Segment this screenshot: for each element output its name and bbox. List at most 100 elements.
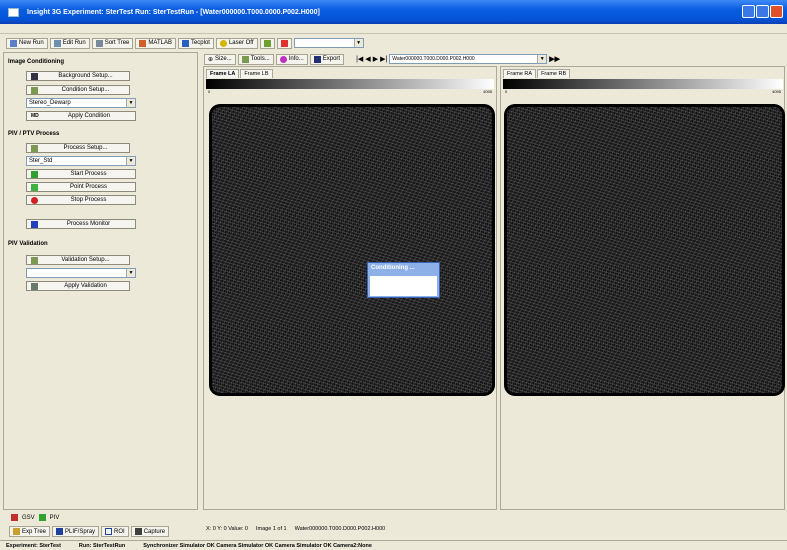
tab-piv[interactable]: PIV (50, 515, 60, 521)
particle-image-ra[interactable] (507, 107, 782, 393)
apply-validation-button[interactable]: Apply Validation (26, 281, 130, 291)
app-icon (8, 7, 19, 17)
status-bar: Experiment: SterTest Run: SterTestRun Sy… (0, 540, 787, 550)
process-setup-button[interactable]: Process Setup... (26, 143, 130, 153)
title-bar: Insight 3G Experiment: SterTest Run: Ste… (0, 0, 787, 24)
capture-icon (134, 528, 142, 535)
stop-icon (31, 196, 38, 204)
edit-run-icon (53, 39, 61, 47)
setup-icon (31, 256, 38, 264)
tab-frame-la[interactable]: Frame LA (206, 69, 240, 78)
zoom-icon: ⊕ (208, 56, 214, 63)
nav-next-button[interactable]: ▶ (373, 55, 378, 63)
status-run: Run: SterTestRun (78, 542, 126, 549)
tree-icon (13, 528, 20, 535)
tecplot-icon (181, 39, 189, 47)
tecplot-button[interactable]: Tecplot (177, 37, 214, 49)
maximize-icon[interactable] (756, 5, 769, 18)
close-icon[interactable] (770, 5, 783, 18)
condition-setup-button[interactable]: Condition Setup... (26, 85, 130, 95)
grid-icon (31, 72, 38, 80)
image-toolbar: ⊕ Size... Tools... Info... Export |◀ ◀ ▶ … (204, 53, 560, 65)
status-hardware: Synchronizer Simulator OK Camera Simulat… (143, 542, 372, 549)
matlab-button[interactable]: MATLAB (135, 37, 176, 49)
nav-prev-button[interactable]: ◀ (365, 55, 370, 63)
chevron-down-icon: ▼ (126, 269, 135, 277)
export-button[interactable]: Export (309, 53, 345, 65)
process-select[interactable]: Ster_Std ▼ (26, 156, 136, 166)
image-status-row: X: 0 Y: 0 Value: 0 Image 1 of 1 Water000… (206, 526, 506, 532)
particle-image-la[interactable] (212, 107, 492, 393)
nav-first-button[interactable]: |◀ (356, 55, 363, 63)
toolbar-select[interactable]: ▼ (293, 38, 364, 48)
pencil-button[interactable] (259, 37, 275, 49)
matlab-icon (139, 39, 147, 47)
tab-frame-lb[interactable]: Frame LB (240, 69, 273, 78)
chevron-down-icon: ▼ (353, 39, 363, 47)
color-scale-bar (206, 79, 494, 89)
tab-frame-ra[interactable]: Frame RA (503, 69, 537, 78)
info-button[interactable]: Info... (275, 53, 308, 65)
color-scale-labels: 0 4095 (505, 89, 781, 94)
sort-tree-button[interactable]: Sort Tree (91, 37, 134, 49)
tab-frame-rb[interactable]: Frame RB (537, 69, 571, 78)
cursor-coords: X: 0 Y: 0 Value: 0 (206, 526, 248, 532)
apply-condition-button[interactable]: MD Apply Condition (26, 111, 136, 121)
validation-select[interactable]: ▼ (26, 268, 136, 278)
start-icon (31, 170, 38, 178)
start-process-button[interactable]: Start Process (26, 169, 136, 179)
color-scale-bar (503, 79, 783, 89)
piv-icon (38, 514, 46, 521)
file-select[interactable]: Water000000.T000.D000.P002.H000 ▼ (389, 54, 548, 64)
window-title: Insight 3G Experiment: SterTest Run: Ste… (27, 8, 320, 16)
color-button[interactable] (276, 37, 292, 49)
new-run-icon (10, 39, 17, 47)
nav-end-button[interactable]: ▶▶ (549, 55, 560, 63)
new-run-button[interactable]: New Run (6, 37, 48, 49)
stop-process-button[interactable]: Stop Process (26, 195, 136, 205)
edit-run-button[interactable]: Edit Run (49, 37, 90, 49)
dialog-body (370, 276, 437, 296)
tab-gsv[interactable]: GSV (22, 515, 35, 521)
point-process-button[interactable]: Point Process (26, 182, 136, 192)
image-conditioning-header: Image Conditioning (8, 59, 64, 65)
left-frame-pane: Frame LA Frame LB 0 4095 (203, 66, 497, 510)
image-file: Water000000.T000.D000.P002.H000 (294, 526, 386, 532)
piv-process-header: PIV / PTV Process (8, 131, 60, 137)
size-button[interactable]: ⊕ Size... (204, 53, 236, 65)
right-frame-pane: Frame RA Frame RB 0 4095 (500, 66, 785, 510)
left-panel: Image Conditioning Background Setup... C… (3, 52, 198, 510)
tab-exp-tree[interactable]: Exp Tree (9, 526, 51, 537)
nav-last-button[interactable]: ▶| (380, 55, 387, 63)
chevron-down-icon: ▼ (537, 55, 547, 63)
chevron-down-icon: ▼ (126, 99, 135, 107)
menu-bar (0, 24, 787, 34)
condition-select[interactable]: Stereo_Dewarp ▼ (26, 98, 136, 108)
image-index: Image 1 of 1 (256, 526, 287, 532)
md-icon: MD (31, 113, 39, 119)
info-icon (279, 55, 287, 63)
right-frame-tabs: Frame RA Frame RB (503, 69, 571, 78)
tab-capture[interactable]: Capture (130, 526, 170, 537)
validation-setup-button[interactable]: Validation Setup... (26, 255, 130, 265)
dialog-title: Conditioning ... (371, 265, 415, 271)
pencil-icon (263, 39, 271, 47)
color-scale-labels: 0 4095 (208, 89, 492, 94)
point-icon (31, 183, 38, 191)
laser-icon (219, 39, 227, 47)
export-icon (313, 55, 321, 63)
process-monitor-button[interactable]: Process Monitor (26, 219, 136, 229)
tools-button[interactable]: Tools... (237, 53, 274, 65)
background-setup-button[interactable]: Background Setup... (26, 71, 130, 81)
roi-icon (105, 528, 113, 535)
color-icon (280, 39, 288, 47)
main-toolbar: New Run Edit Run Sort Tree MATLAB Tecplo… (0, 36, 787, 50)
validation-icon (31, 282, 38, 290)
tab-plif-spray[interactable]: PLIF/Spray (52, 526, 100, 537)
status-experiment: Experiment: SterTest (6, 542, 61, 549)
minimize-icon[interactable] (742, 5, 755, 18)
left-frame-tabs: Frame LA Frame LB (206, 69, 273, 78)
tab-roi[interactable]: ROI (101, 526, 129, 537)
laser-off-button[interactable]: Laser Off (215, 37, 258, 49)
setup-icon (31, 86, 38, 94)
